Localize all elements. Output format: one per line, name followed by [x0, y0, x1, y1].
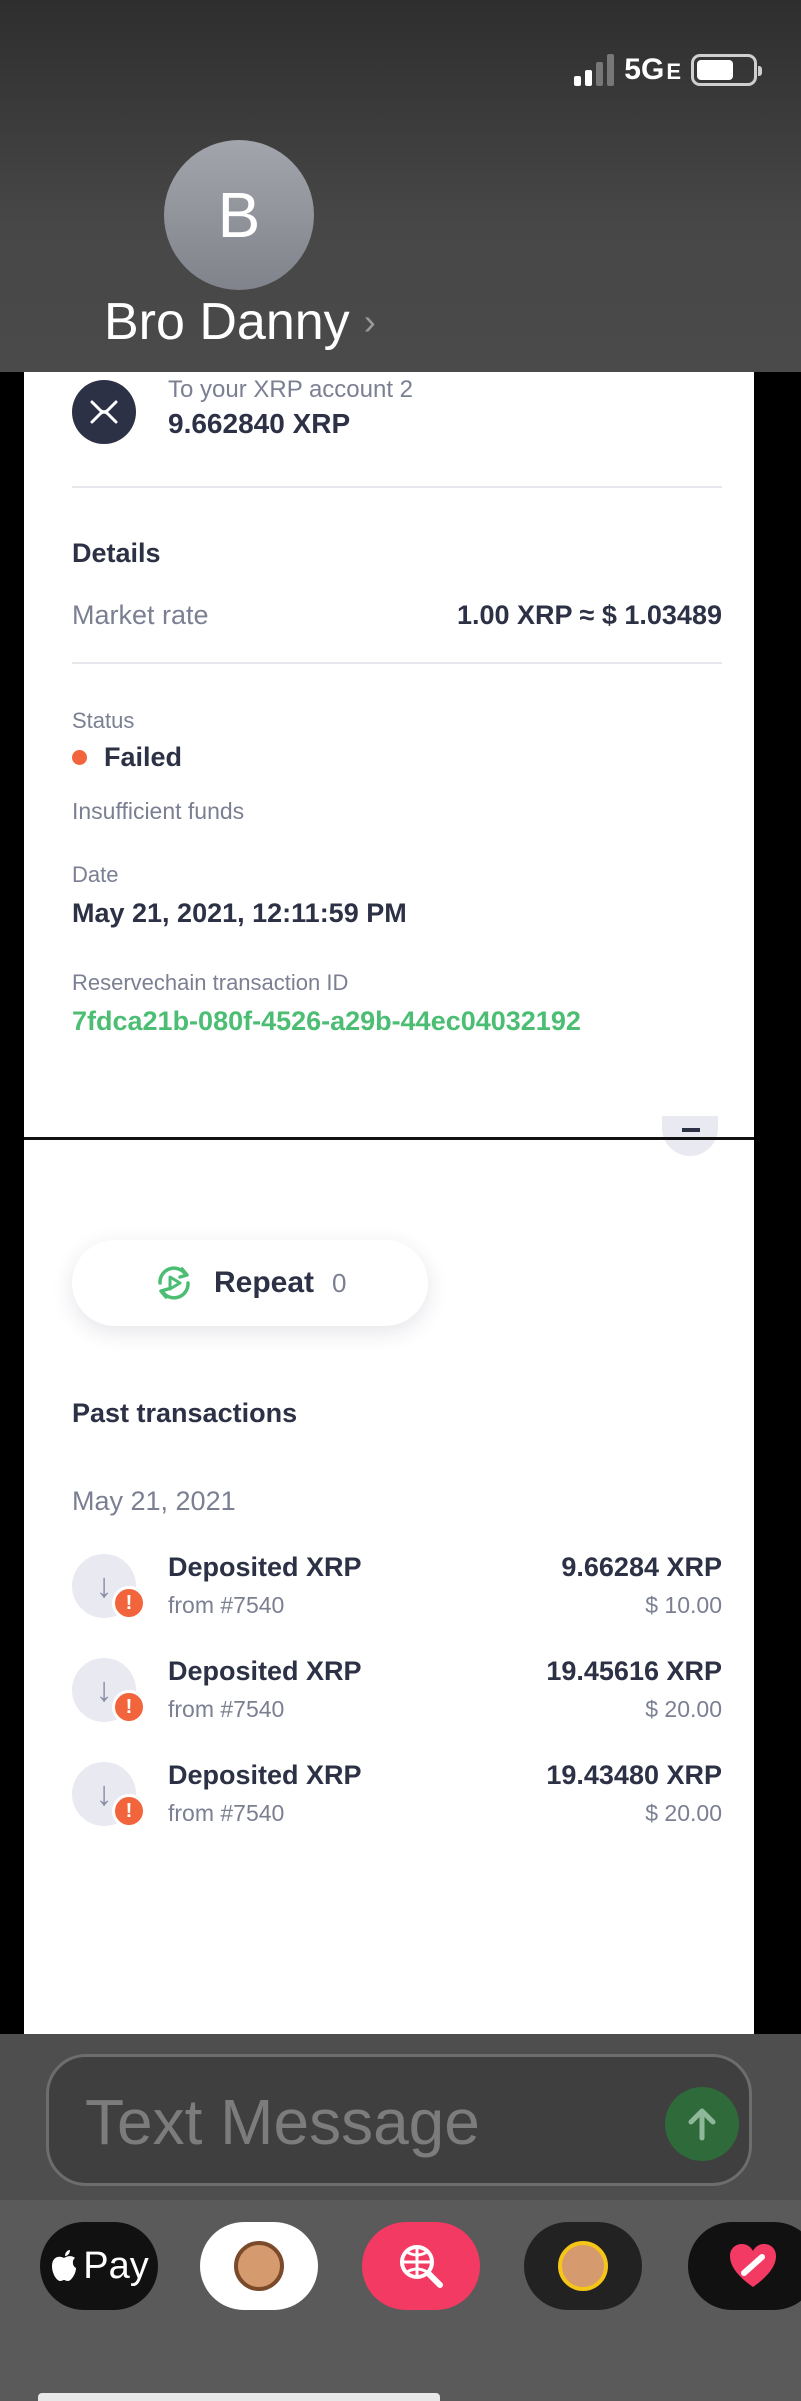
status-value: Failed — [104, 742, 183, 772]
home-indicator — [38, 2393, 440, 2401]
past-transactions-date: May 21, 2021 — [72, 1486, 236, 1516]
screenshot-seam-divider — [24, 1137, 754, 1140]
signal-strength-icon — [574, 54, 615, 86]
transaction-id-label: Reservechain transaction ID — [72, 970, 349, 995]
status-bar: 5GE — [574, 50, 762, 90]
apple-logo-icon — [52, 2250, 77, 2281]
transfer-amount: 9.662840 XRP — [168, 408, 351, 439]
alert-icon: ! — [112, 1794, 146, 1828]
app-drawer: Pay — [0, 2200, 801, 2401]
transaction-source: from #7540 — [168, 1800, 285, 1826]
web-images-search-app-button[interactable] — [362, 2222, 480, 2310]
send-button[interactable] — [665, 2087, 739, 2161]
text-message-field[interactable]: Text Message — [46, 2054, 752, 2186]
transaction-amount: 9.66284 XRP — [561, 1552, 722, 1582]
divider — [72, 486, 722, 488]
date-value: May 21, 2021, 12:11:59 PM — [72, 898, 407, 928]
text-message-placeholder: Text Message — [85, 2086, 480, 2158]
transaction-id-link[interactable]: 7fdca21b-080f-4526-a29b-44ec04032192 — [72, 1006, 581, 1037]
market-rate-label: Market rate — [72, 600, 209, 630]
battery-icon — [691, 54, 762, 86]
transaction-row[interactable]: ↓ ! Deposited XRP from #7540 9.66284 XRP… — [72, 1552, 722, 1624]
transaction-amount: 19.45616 XRP — [546, 1656, 722, 1686]
transaction-row[interactable]: ↓ ! Deposited XRP from #7540 19.43480 XR… — [72, 1760, 722, 1832]
digital-touch-app-button[interactable] — [688, 2222, 801, 2310]
globe-search-icon — [400, 2245, 443, 2288]
heart-icon — [730, 2244, 776, 2287]
arrow-up-icon — [688, 2108, 716, 2141]
transaction-source: from #7540 — [168, 1696, 285, 1722]
apple-pay-app-button[interactable]: Pay — [40, 2222, 158, 2310]
market-rate-value: 1.00 XRP ≈ $ 1.03489 — [456, 600, 722, 630]
transaction-row[interactable]: ↓ ! Deposited XRP from #7540 19.45616 XR… — [72, 1656, 722, 1728]
transaction-screenshot[interactable]: To your XRP account 2 9.662840 XRP Detai… — [24, 372, 754, 2034]
transaction-source: from #7540 — [168, 1592, 285, 1618]
date-label: Date — [72, 862, 119, 887]
memoji-icon — [234, 2241, 284, 2291]
contact-name-label: Bro Danny — [104, 293, 350, 351]
animoji-icon — [558, 2241, 608, 2291]
contact-avatar[interactable]: B — [164, 140, 314, 290]
repeat-label: Repeat — [214, 1266, 315, 1299]
repeat-button[interactable]: Repeat 0 — [72, 1240, 428, 1326]
alert-icon: ! — [112, 1586, 146, 1620]
transaction-title: Deposited XRP — [168, 1760, 362, 1790]
transaction-fiat-amount: $ 10.00 — [645, 1592, 722, 1618]
details-heading: Details — [72, 538, 161, 568]
failed-status-dot-icon — [72, 750, 87, 765]
destination-label: To your XRP account 2 — [168, 376, 414, 403]
xrp-logo-icon — [72, 380, 136, 444]
divider — [72, 662, 722, 664]
transaction-title: Deposited XRP — [168, 1656, 362, 1686]
transaction-fiat-amount: $ 20.00 — [645, 1800, 722, 1826]
repeat-count: 0 — [332, 1267, 347, 1298]
transaction-fiat-amount: $ 20.00 — [645, 1696, 722, 1722]
chevron-right-icon: › — [363, 301, 376, 342]
message-composer: Text Message — [0, 2034, 801, 2200]
conversation-header: 5GE B Bro Danny › — [0, 0, 801, 372]
transaction-title: Deposited XRP — [168, 1552, 362, 1582]
network-indicator: 5GE — [624, 53, 681, 86]
apple-pay-label: Pay — [83, 2244, 149, 2287]
animoji-app-button[interactable] — [524, 2222, 642, 2310]
contact-name[interactable]: Bro Danny › — [104, 292, 376, 352]
alert-icon: ! — [112, 1690, 146, 1724]
memoji-stickers-app-button[interactable] — [200, 2222, 318, 2310]
status-reason: Insufficient funds — [72, 798, 245, 824]
past-transactions-heading: Past transactions — [72, 1398, 298, 1428]
status-label: Status — [72, 708, 135, 733]
transaction-amount: 19.43480 XRP — [546, 1760, 722, 1790]
menu-icon — [662, 1116, 718, 1156]
repeat-icon — [158, 1266, 190, 1300]
